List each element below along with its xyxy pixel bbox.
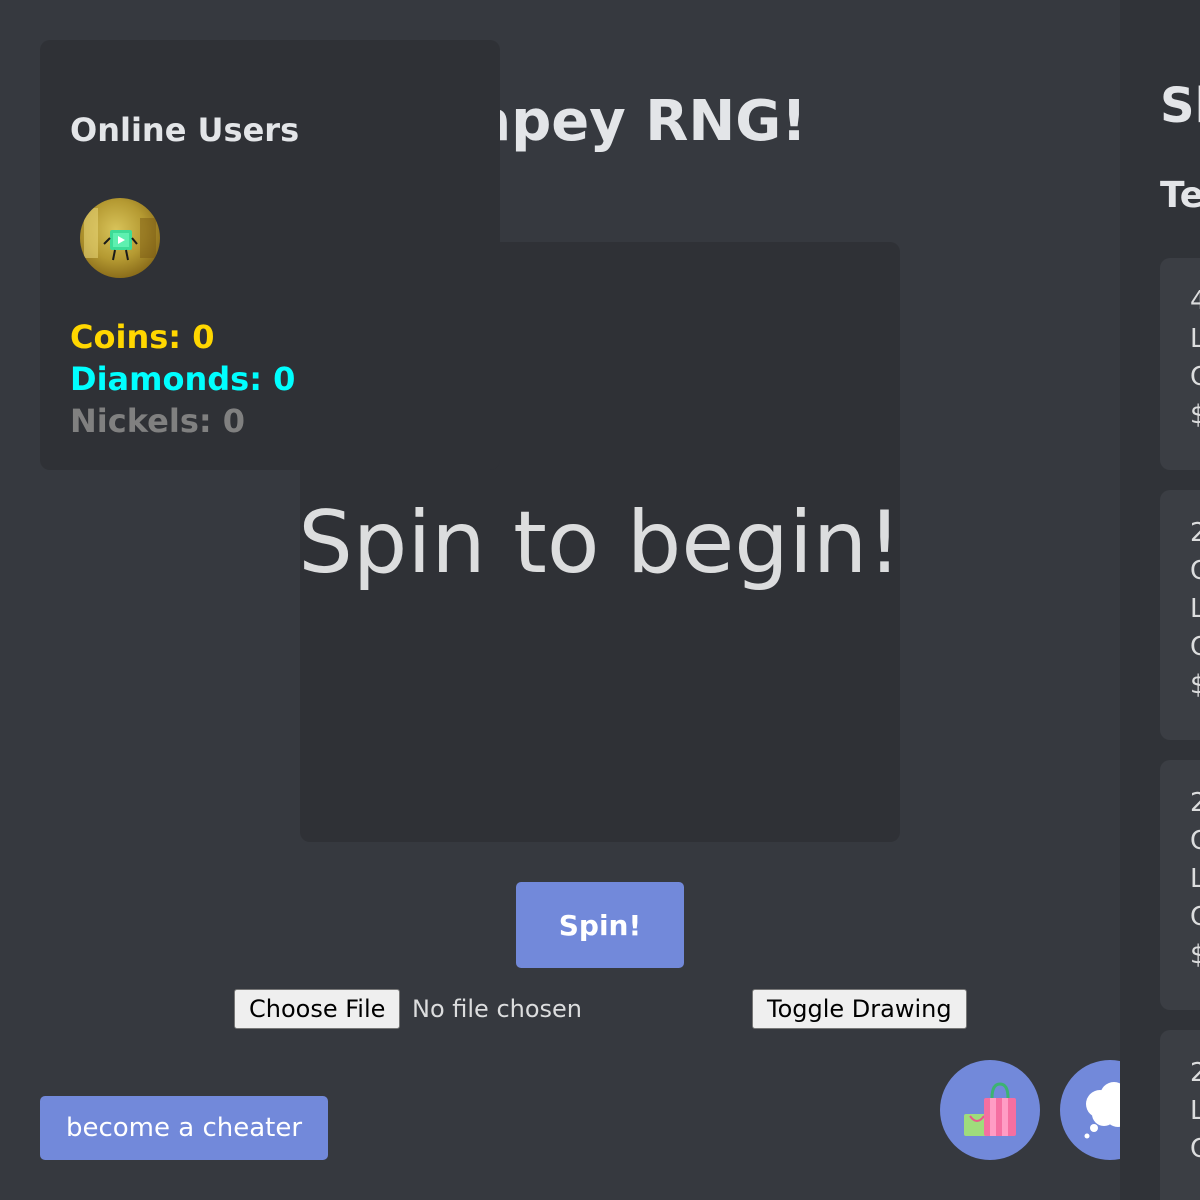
shop-card-line: C xyxy=(1190,1134,1200,1164)
shop-card-line: 2 xyxy=(1190,1058,1200,1088)
shop-card-line: $ xyxy=(1190,670,1200,700)
shop-card[interactable]: 2 C L C $ xyxy=(1160,760,1200,1010)
shop-card[interactable]: 4 L C $ xyxy=(1160,258,1200,470)
shop-card-line: C xyxy=(1190,826,1200,856)
shop-card-line: L xyxy=(1190,864,1200,894)
choose-file-button[interactable]: Choose File xyxy=(234,989,401,1029)
shop-card-line: 4 xyxy=(1190,286,1200,316)
shop-card-line: C xyxy=(1190,902,1200,932)
shopping-bags-icon xyxy=(964,1082,1016,1136)
shop-card-line: $ xyxy=(1190,940,1200,970)
coins-count: Coins: 0 xyxy=(70,318,215,356)
shop-button[interactable] xyxy=(940,1060,1040,1160)
toggle-drawing-button[interactable]: Toggle Drawing xyxy=(752,989,967,1029)
shop-card-line: $ xyxy=(1190,400,1200,430)
shop-title: Sh xyxy=(1160,78,1200,134)
shop-card-line: L xyxy=(1190,324,1200,354)
shop-card-line: C xyxy=(1190,362,1200,392)
avatar-image xyxy=(84,208,156,261)
online-users-panel: Online Users Coins: 0 Diamonds: 0 Nickel… xyxy=(40,40,500,470)
user-avatar[interactable] xyxy=(80,198,160,278)
become-cheater-button[interactable]: become a cheater xyxy=(40,1096,328,1160)
spin-button[interactable]: Spin! xyxy=(516,882,684,968)
diamonds-count: Diamonds: 0 xyxy=(70,360,296,398)
shop-subtitle: Te xyxy=(1160,175,1200,216)
shop-card-line: L xyxy=(1190,1096,1200,1126)
shop-card-line: 2 xyxy=(1190,788,1200,818)
shop-card[interactable]: 2 L C xyxy=(1160,1030,1200,1200)
spin-result-text: Spin to begin! xyxy=(298,493,902,593)
file-status-text: No file chosen xyxy=(412,995,583,1023)
shop-sidebar: Sh Te 4 L C $ 2 C L C $ 2 C L C $ 2 L C xyxy=(1120,0,1200,1200)
shop-card-line: C xyxy=(1190,632,1200,662)
online-users-title: Online Users xyxy=(70,111,300,149)
page: Shapey RNG! Spin to begin! Online Users … xyxy=(0,0,1200,1200)
nickels-count: Nickels: 0 xyxy=(70,402,246,440)
